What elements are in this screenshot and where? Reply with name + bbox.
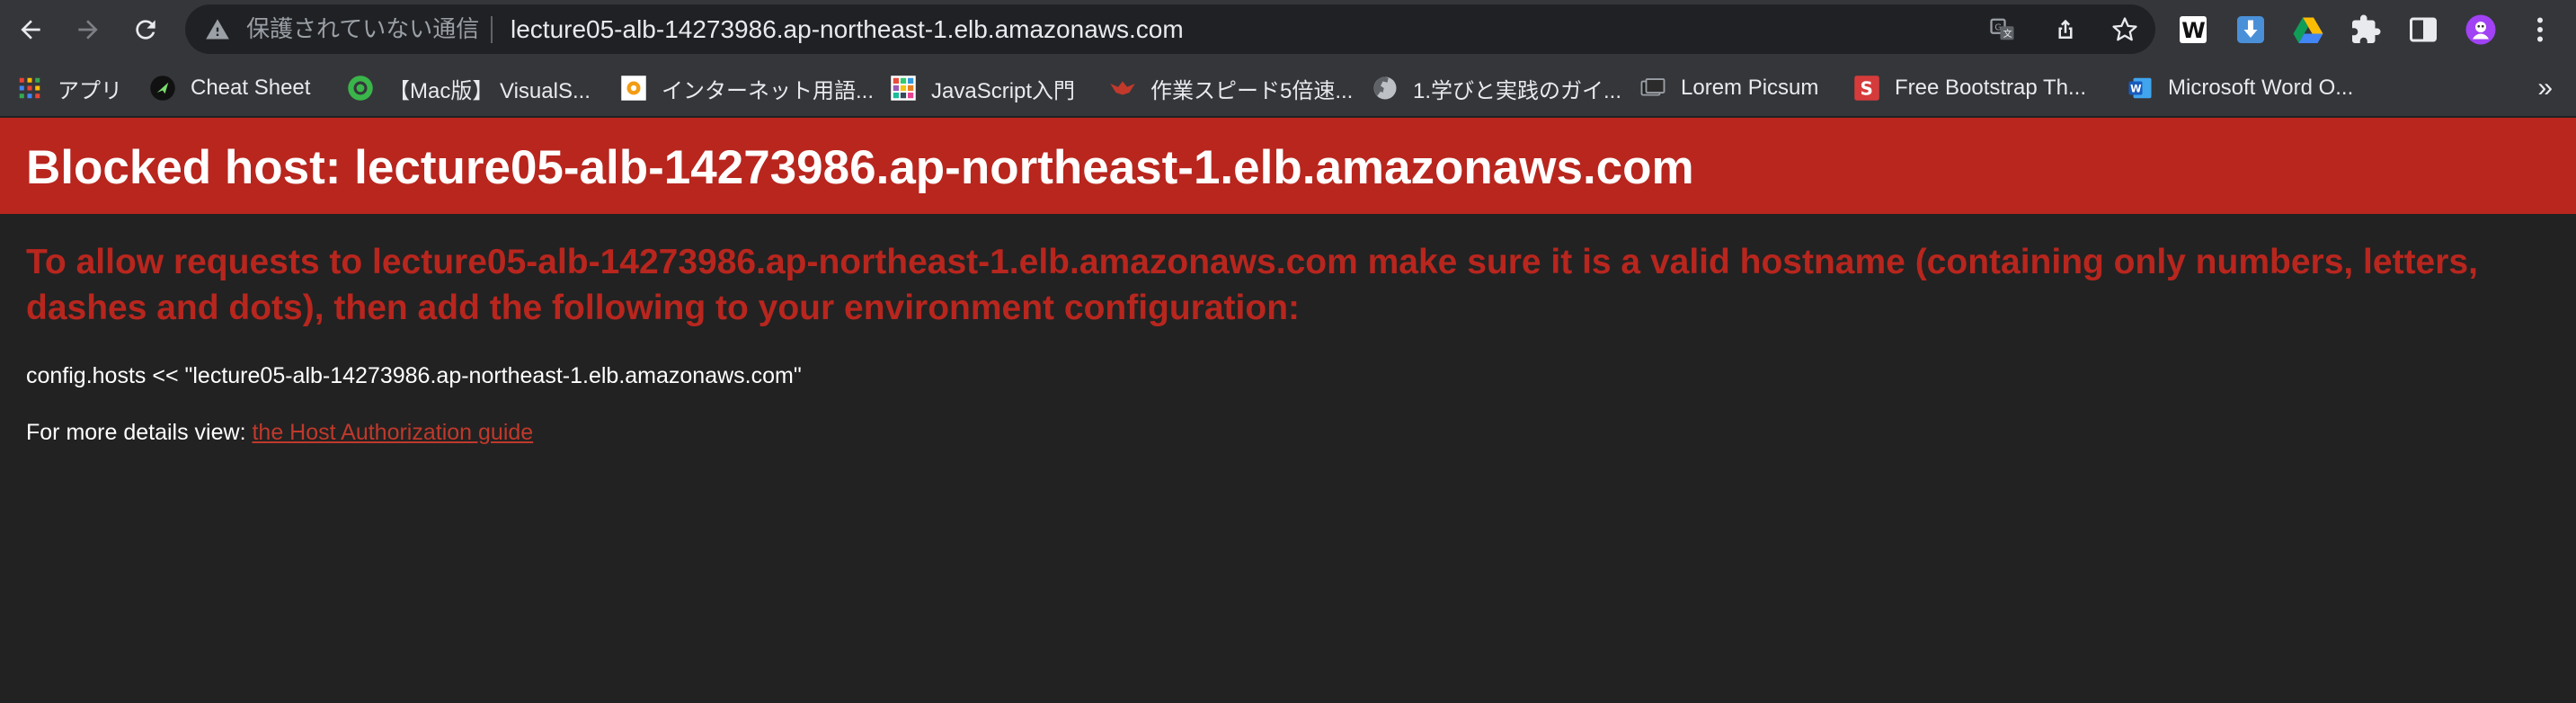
omnibox-divider — [491, 16, 493, 43]
extension-drive-button[interactable] — [2290, 12, 2326, 48]
speed-bird-icon — [1109, 75, 1136, 102]
bookmark-label: Cheat Sheet — [191, 76, 311, 100]
bookmark-label: Lorem Picsum — [1681, 76, 1819, 100]
w-logo-icon: W — [2180, 16, 2207, 43]
bookmarks-bar: アプリ Cheat Sheet 【Mac版】 VisualS... インターネッ… — [0, 59, 2576, 117]
svg-text:W: W — [2181, 18, 2205, 43]
bookmark-visual-studio[interactable]: 【Mac版】 VisualS... — [347, 59, 591, 117]
bookmark-word[interactable]: W Microsoft Word O... — [2127, 59, 2353, 117]
star-outline-icon — [2112, 17, 2137, 41]
browser-toolbar: 保護されていない通信 lecture05-alb-14273986.ap-nor… — [0, 0, 2576, 59]
config-snippet: config.hosts << "lecture05-alb-14273986.… — [26, 363, 802, 388]
extension-download-button[interactable] — [2233, 12, 2269, 48]
profile-avatar-button[interactable] — [2463, 12, 2499, 48]
svg-text:W: W — [2130, 83, 2142, 94]
translate-icon: G文 — [1990, 18, 2014, 40]
bookmarks-overflow-button[interactable]: » — [2537, 59, 2553, 117]
bookmark-label: アプリ — [58, 78, 122, 103]
bookmark-label: 【Mac版】 VisualS... — [388, 78, 591, 103]
bookmark-label: 1.学びと実践のガイ... — [1413, 78, 1622, 103]
forward-button[interactable] — [68, 10, 108, 49]
globe-icon — [1372, 75, 1399, 102]
visual-studio-icon — [347, 75, 374, 102]
arrow-right-icon — [78, 20, 98, 40]
javascript-grid-icon — [890, 75, 917, 102]
address-bar[interactable]: 保護されていない通信 lecture05-alb-14273986.ap-nor… — [185, 4, 2155, 54]
word-icon: W — [2127, 75, 2154, 102]
apps-grid-icon — [16, 75, 43, 102]
bootstrap-s-icon: S — [1853, 75, 1880, 102]
svg-text:文: 文 — [2003, 28, 2012, 40]
bookmark-speed[interactable]: 作業スピード5倍速... — [1109, 59, 1353, 117]
error-message: To allow requests to lecture05-alb-14273… — [26, 243, 2478, 327]
share-icon — [2058, 19, 2073, 39]
bookmark-internet-terms[interactable]: インターネット用語... — [620, 59, 874, 117]
puzzle-piece-icon — [2352, 14, 2381, 43]
bookmark-label: 作業スピード5倍速... — [1150, 78, 1354, 103]
cheat-sheet-icon — [149, 75, 176, 102]
browser-menu-button[interactable] — [2522, 12, 2558, 48]
security-status-text[interactable]: 保護されていない通信 — [246, 4, 479, 54]
bookmark-star-button[interactable] — [2110, 15, 2139, 44]
page-title: Blocked host: lecture05-alb-14273986.ap-… — [26, 141, 1694, 194]
host-authorization-guide-link[interactable]: the Host Authorization guide — [252, 420, 533, 445]
svg-text:S: S — [1861, 78, 1873, 100]
more-details-line: For more details view: the Host Authoriz… — [26, 420, 533, 446]
arrow-left-icon — [21, 20, 40, 40]
internet-terms-icon — [620, 75, 647, 102]
extensions-button[interactable] — [2348, 12, 2384, 48]
back-button[interactable] — [11, 10, 50, 49]
side-panel-button[interactable] — [2405, 12, 2441, 48]
warning-triangle-icon[interactable] — [205, 17, 230, 42]
bookmark-guide[interactable]: 1.学びと実践のガイ... — [1372, 59, 1621, 117]
bookmark-label: Free Bootstrap Th... — [1895, 76, 2086, 100]
share-button[interactable] — [2051, 15, 2080, 44]
extension-w-button[interactable]: W — [2175, 12, 2211, 48]
translate-button[interactable]: G文 — [1988, 15, 2017, 44]
picsum-icon — [1639, 75, 1666, 102]
avatar-icon — [2465, 14, 2496, 45]
bookmark-javascript[interactable]: JavaScript入門 — [890, 59, 1075, 117]
bookmark-label: Microsoft Word O... — [2168, 76, 2354, 100]
url-text[interactable]: lecture05-alb-14273986.ap-northeast-1.el… — [511, 4, 1184, 54]
reload-icon — [136, 20, 155, 40]
bookmark-cheat-sheet[interactable]: Cheat Sheet — [149, 59, 310, 117]
google-drive-icon — [2293, 17, 2323, 43]
kebab-menu-icon — [2537, 17, 2543, 42]
download-arrow-icon — [2237, 16, 2264, 43]
side-panel-icon — [2410, 17, 2437, 42]
bookmark-bootstrap[interactable]: S Free Bootstrap Th... — [1853, 59, 2086, 117]
bookmark-label: JavaScript入門 — [931, 78, 1076, 103]
reload-button[interactable] — [126, 10, 165, 49]
more-details-prefix: For more details view: — [26, 420, 253, 445]
bookmark-apps[interactable]: アプリ — [16, 59, 122, 117]
bookmark-lorem-picsum[interactable]: Lorem Picsum — [1639, 59, 1818, 117]
error-header: Blocked host: lecture05-alb-14273986.ap-… — [0, 118, 2576, 214]
bookmark-label: インターネット用語... — [662, 78, 875, 103]
